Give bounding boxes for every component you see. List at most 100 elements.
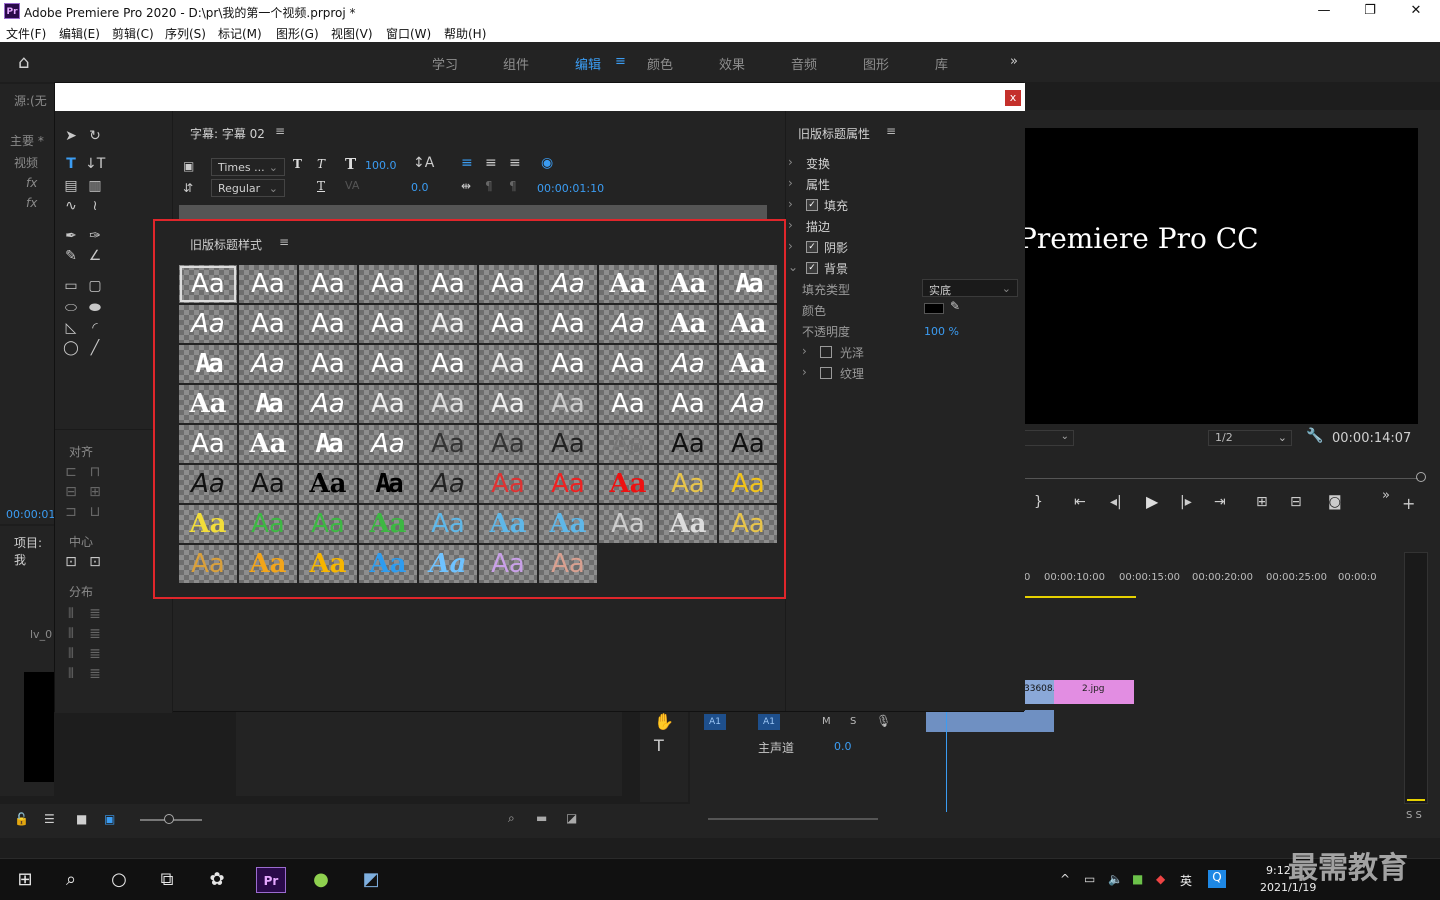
- kerning-value[interactable]: 0.0: [411, 181, 429, 194]
- style-swatch[interactable]: Aa: [239, 425, 297, 463]
- export-frame-icon[interactable]: ◙: [1328, 494, 1342, 510]
- style-swatch[interactable]: Aa: [239, 465, 297, 503]
- sheen-section[interactable]: 光泽: [840, 344, 864, 361]
- style-swatch[interactable]: Aa: [599, 465, 657, 503]
- style-swatch[interactable]: Aa: [479, 465, 537, 503]
- style-swatch[interactable]: Aa: [539, 465, 597, 503]
- add-anchor-tool-icon[interactable]: ✎: [61, 247, 81, 265]
- zoom-slider-handle[interactable]: [164, 814, 174, 824]
- ellipse-tool-icon[interactable]: ◯: [61, 339, 81, 357]
- style-swatch[interactable]: Aa: [479, 305, 537, 343]
- task-view-icon[interactable]: ⧉: [152, 867, 182, 893]
- tab-stops-icon[interactable]: ⇹: [461, 179, 471, 193]
- style-swatch[interactable]: Aa: [239, 505, 297, 543]
- style-swatch[interactable]: Aa: [299, 385, 357, 423]
- underline-icon[interactable]: T: [317, 179, 325, 193]
- style-swatch[interactable]: Aa: [659, 425, 717, 463]
- menu-help[interactable]: 帮助(H): [444, 25, 486, 42]
- style-swatch[interactable]: Aa: [419, 265, 477, 303]
- app-document-icon[interactable]: ◩: [356, 867, 386, 893]
- work-area-bar[interactable]: [1024, 596, 1136, 598]
- menu-graphics[interactable]: 图形(G): [276, 25, 319, 42]
- voiceover-mic-icon[interactable]: 🎙: [876, 714, 891, 728]
- expand-chevron-icon[interactable]: ›: [788, 239, 793, 253]
- stroke-section[interactable]: 描边: [806, 218, 830, 235]
- scrubber-end-handle[interactable]: [1416, 472, 1426, 482]
- style-swatch[interactable]: Aa: [419, 465, 477, 503]
- distribute-icon[interactable]: ≣: [85, 645, 105, 663]
- style-swatch[interactable]: Aa: [719, 265, 777, 303]
- workspace-audio[interactable]: 音频: [791, 54, 817, 73]
- workspace-graphics[interactable]: 图形: [863, 54, 889, 73]
- align-right-icon[interactable]: ⊐: [61, 503, 81, 521]
- panel-menu-icon[interactable]: ≡: [886, 124, 896, 138]
- find-icon[interactable]: ⌕: [508, 811, 515, 826]
- color-swatch[interactable]: [924, 303, 944, 314]
- style-swatch[interactable]: Aa: [179, 265, 237, 303]
- resolution-dropdown[interactable]: 1/2 ⌄: [1208, 430, 1292, 446]
- pen-tool-icon[interactable]: ✒: [61, 227, 81, 245]
- distribute-icon[interactable]: ⫴: [61, 665, 81, 683]
- windows-start-icon[interactable]: ⊞: [10, 867, 40, 893]
- style-swatch[interactable]: Aa: [479, 505, 537, 543]
- shadow-section[interactable]: 阴影: [824, 239, 848, 256]
- mute-button[interactable]: M: [822, 716, 831, 727]
- bold-icon[interactable]: T: [293, 157, 302, 171]
- hand-tool-icon[interactable]: ✋: [654, 712, 674, 731]
- dialog-close-button[interactable]: x: [1004, 89, 1022, 107]
- align-left-text-icon[interactable]: ≡: [461, 155, 473, 171]
- style-swatch[interactable]: Aa: [419, 545, 477, 583]
- style-swatch[interactable]: Aa: [659, 385, 717, 423]
- style-swatch[interactable]: Aa: [359, 465, 417, 503]
- track-a1-source[interactable]: A1: [704, 714, 726, 730]
- workspace-assembly[interactable]: 组件: [503, 54, 529, 73]
- style-swatch[interactable]: Aa: [719, 305, 777, 343]
- fill-section[interactable]: 填充: [824, 197, 848, 214]
- style-swatch[interactable]: Aa: [719, 505, 777, 543]
- workspace-effects[interactable]: 效果: [719, 54, 745, 73]
- align-right-text-icon[interactable]: ≡: [509, 155, 521, 171]
- timeline-clip-1[interactable]: 33608.: [1024, 680, 1056, 704]
- attributes-section[interactable]: 属性: [806, 176, 830, 193]
- add-button-icon[interactable]: +: [1402, 494, 1415, 513]
- workspace-learn[interactable]: 学习: [432, 54, 458, 73]
- fill-type-dropdown[interactable]: 实底 ⌄: [922, 279, 1018, 297]
- style-swatch[interactable]: Aa: [359, 345, 417, 383]
- delete-anchor-tool-icon[interactable]: ✑: [85, 227, 105, 245]
- style-swatch[interactable]: Aa: [359, 505, 417, 543]
- align-center-v-icon[interactable]: ⊞: [85, 483, 105, 501]
- app-pinwheel-icon[interactable]: ✿: [202, 867, 232, 893]
- style-swatch[interactable]: Aa: [659, 505, 717, 543]
- style-swatch[interactable]: Aa: [359, 385, 417, 423]
- rectangle-tool-icon[interactable]: ▭: [61, 277, 81, 295]
- style-swatch[interactable]: Aa: [179, 385, 237, 423]
- track-a1-target[interactable]: A1: [758, 714, 780, 730]
- style-swatch[interactable]: Aa: [479, 385, 537, 423]
- align-center-h-icon[interactable]: ⊟: [61, 483, 81, 501]
- security-icon[interactable]: ◆: [1156, 872, 1165, 886]
- line-tool-icon[interactable]: ╱: [85, 339, 105, 357]
- cortana-icon[interactable]: ○: [104, 867, 134, 893]
- opacity-value[interactable]: 100 %: [924, 325, 959, 338]
- playhead[interactable]: [946, 708, 947, 812]
- mark-out-icon[interactable]: }: [1034, 494, 1043, 510]
- maximize-button[interactable]: ❐: [1348, 2, 1392, 20]
- expand-chevron-icon[interactable]: ›: [802, 344, 807, 358]
- new-item-icon[interactable]: ◪: [566, 811, 577, 825]
- rounded-rect-tool-icon[interactable]: ▢: [85, 277, 105, 295]
- nvidia-icon[interactable]: ■: [1132, 872, 1143, 886]
- menu-view[interactable]: 视图(V): [331, 25, 373, 42]
- sheen-checkbox[interactable]: [820, 346, 832, 358]
- style-swatch[interactable]: Aa: [719, 385, 777, 423]
- rounded-corner-tool-icon[interactable]: ⬬: [85, 299, 105, 317]
- zoom-dropdown[interactable]: ⌄: [1024, 430, 1074, 446]
- extract-icon[interactable]: ⊟: [1290, 494, 1302, 510]
- paragraph-icon[interactable]: ¶: [485, 179, 493, 193]
- style-swatch[interactable]: Aa: [719, 465, 777, 503]
- more-workspaces-icon[interactable]: »: [1010, 54, 1018, 69]
- ime-indicator[interactable]: 英: [1180, 872, 1192, 889]
- style-swatch[interactable]: Aa: [479, 265, 537, 303]
- vertical-area-type-icon[interactable]: ▥: [85, 177, 105, 195]
- vertical-path-type-icon[interactable]: ≀: [85, 197, 105, 215]
- minimize-button[interactable]: —: [1302, 2, 1346, 20]
